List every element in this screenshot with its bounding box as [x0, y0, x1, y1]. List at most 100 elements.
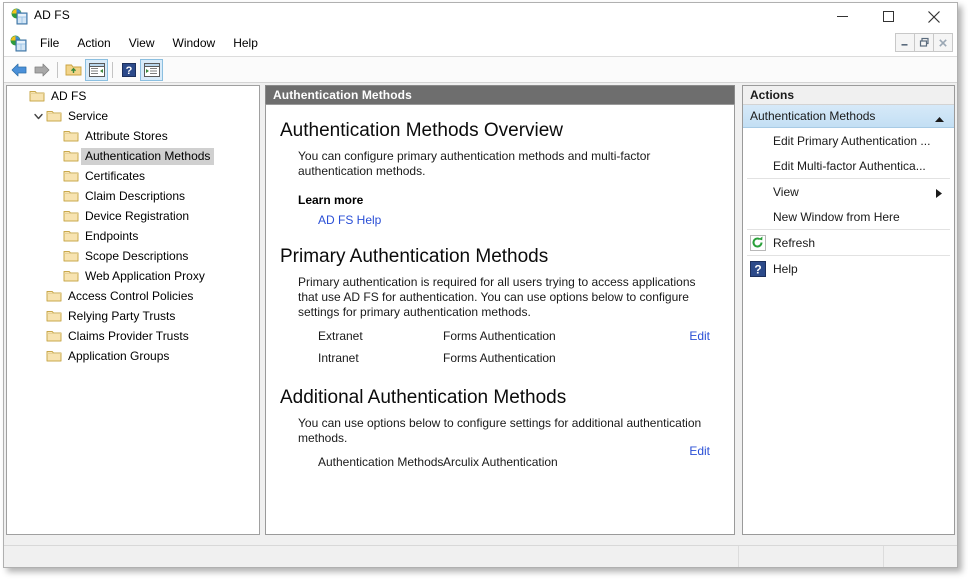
up-folder-icon[interactable] [62, 59, 85, 81]
adfs-help-link[interactable]: AD FS Help [318, 213, 724, 227]
mdi-close-button[interactable] [933, 33, 953, 52]
show-hide-action-pane-icon[interactable] [140, 58, 163, 81]
tree-item-service[interactable]: Service [7, 106, 259, 126]
additional-row-methods: Authentication Methods Arculix Authentic… [318, 444, 724, 474]
tree-item-ad-fs[interactable]: AD FS [7, 86, 259, 106]
forward-icon[interactable] [30, 59, 53, 81]
tree-item-endpoints[interactable]: Endpoints [7, 226, 259, 246]
titlebar: AD FS [4, 3, 957, 31]
method-value: Forms Authentication [443, 351, 556, 365]
tree-item-claim-descriptions[interactable]: Claim Descriptions [7, 186, 259, 206]
back-icon[interactable] [7, 59, 30, 81]
actions-group-header[interactable]: Authentication Methods [743, 105, 954, 128]
maximize-button[interactable] [865, 3, 911, 30]
tree-twisty-placeholder [47, 148, 63, 164]
tree-item-access-control-policies[interactable]: Access Control Policies [7, 286, 259, 306]
tree-twisty-placeholder [47, 248, 63, 264]
method-value: Forms Authentication [443, 329, 556, 343]
actions-header: Actions [743, 85, 954, 105]
action-item-refresh[interactable]: Refresh [743, 230, 954, 255]
minimize-button[interactable] [819, 3, 865, 30]
folder-icon [46, 348, 62, 364]
action-item-help[interactable]: ? Help [743, 256, 954, 281]
additional-description: You can use options below to configure s… [298, 416, 702, 445]
svg-text:?: ? [754, 262, 761, 276]
tree-item-relying-party-trusts[interactable]: Relying Party Trusts [7, 306, 259, 326]
details-pane: Authentication Methods Authentication Me… [265, 85, 735, 535]
menubar: File Action View Window Help [4, 31, 957, 57]
tree-item-authentication-methods[interactable]: Authentication Methods [7, 146, 259, 166]
folder-icon [63, 228, 79, 244]
chevron-up-icon[interactable] [935, 112, 944, 126]
folder-icon [63, 188, 79, 204]
statusbar [4, 545, 957, 567]
tree-twisty-placeholder [47, 168, 63, 184]
additional-title: Additional Authentication Methods [280, 387, 567, 408]
toolbar: ? [4, 57, 957, 83]
menu-file[interactable]: File [31, 33, 68, 54]
toolbar-separator [57, 61, 58, 78]
tree-item-attribute-stores[interactable]: Attribute Stores [7, 126, 259, 146]
tree-item-claims-provider-trusts[interactable]: Claims Provider Trusts [7, 326, 259, 346]
folder-icon [63, 128, 79, 144]
mdi-restore-button[interactable] [914, 33, 934, 52]
actions-group-label: Authentication Methods [750, 109, 876, 123]
tree-item-scope-descriptions[interactable]: Scope Descriptions [7, 246, 259, 266]
chevron-down-icon[interactable] [30, 108, 46, 124]
close-button[interactable] [911, 3, 957, 30]
details-body: Authentication Methods Overview You can … [265, 104, 735, 535]
tree-item-web-application-proxy[interactable]: Web Application Proxy [7, 266, 259, 286]
menu-view[interactable]: View [120, 33, 164, 54]
tree-item-label: Endpoints [85, 228, 139, 243]
window-controls [819, 3, 957, 30]
tree-twisty-placeholder [47, 228, 63, 244]
tree-twisty-placeholder [47, 128, 63, 144]
action-item-view[interactable]: View [743, 179, 954, 204]
help-icon[interactable]: ? [117, 59, 140, 81]
action-item-label: Edit Primary Authentication ... [773, 133, 931, 148]
tree-item-application-groups[interactable]: Application Groups [7, 346, 259, 366]
action-icon-placeholder [750, 158, 766, 174]
folder-icon [63, 168, 79, 184]
folder-icon [46, 328, 62, 344]
tree-item-label: Access Control Policies [68, 288, 194, 303]
folder-icon [63, 148, 79, 164]
edit-primary-link[interactable]: Edit [689, 329, 710, 343]
details-header: Authentication Methods [265, 85, 735, 104]
tree-item-label: Authentication Methods [81, 147, 215, 165]
edit-additional-link[interactable]: Edit [689, 444, 710, 458]
tree-item-label: Device Registration [85, 208, 190, 223]
show-hide-console-tree-icon[interactable] [85, 58, 108, 81]
tree-twisty-placeholder [30, 348, 46, 364]
folder-icon [63, 208, 79, 224]
adfs-app-icon [11, 8, 28, 25]
primary-row-extranet: Extranet Forms Authentication Edit [318, 326, 724, 348]
folder-icon [29, 88, 45, 104]
status-cell-main [4, 546, 739, 567]
tree-item-device-registration[interactable]: Device Registration [7, 206, 259, 226]
menu-window[interactable]: Window [164, 33, 225, 54]
overview-description: You can configure primary authentication… [298, 149, 651, 178]
primary-title: Primary Authentication Methods [280, 246, 549, 267]
console-tree[interactable]: AD FS Service Attribute Stores Authenticati… [6, 85, 260, 535]
tree-item-label: Service [68, 108, 109, 123]
tree-item-label: Certificates [85, 168, 146, 183]
tree-item-label: Web Application Proxy [85, 268, 205, 283]
menu-items: File Action View Window Help [31, 31, 267, 56]
actions-pane: Actions Authentication Methods Edit Prim… [742, 85, 955, 535]
action-item-edit-multi-factor-authentica[interactable]: Edit Multi-factor Authentica... [743, 153, 954, 178]
action-item-edit-primary-authentication[interactable]: Edit Primary Authentication ... [743, 128, 954, 153]
menu-action[interactable]: Action [68, 33, 119, 54]
mdi-window-controls [895, 33, 953, 52]
window-title: AD FS [34, 8, 70, 22]
tree-item-label: Claim Descriptions [85, 188, 186, 203]
folder-icon [46, 108, 62, 124]
menu-help[interactable]: Help [224, 33, 267, 54]
tree-item-certificates[interactable]: Certificates [7, 166, 259, 186]
folder-icon [46, 308, 62, 324]
tree-twisty-placeholder [47, 188, 63, 204]
status-cell-secondary [739, 546, 884, 567]
tree-twisty-placeholder [47, 268, 63, 284]
mdi-minimize-button[interactable] [895, 33, 915, 52]
action-item-new-window-from-here[interactable]: New Window from Here [743, 204, 954, 229]
